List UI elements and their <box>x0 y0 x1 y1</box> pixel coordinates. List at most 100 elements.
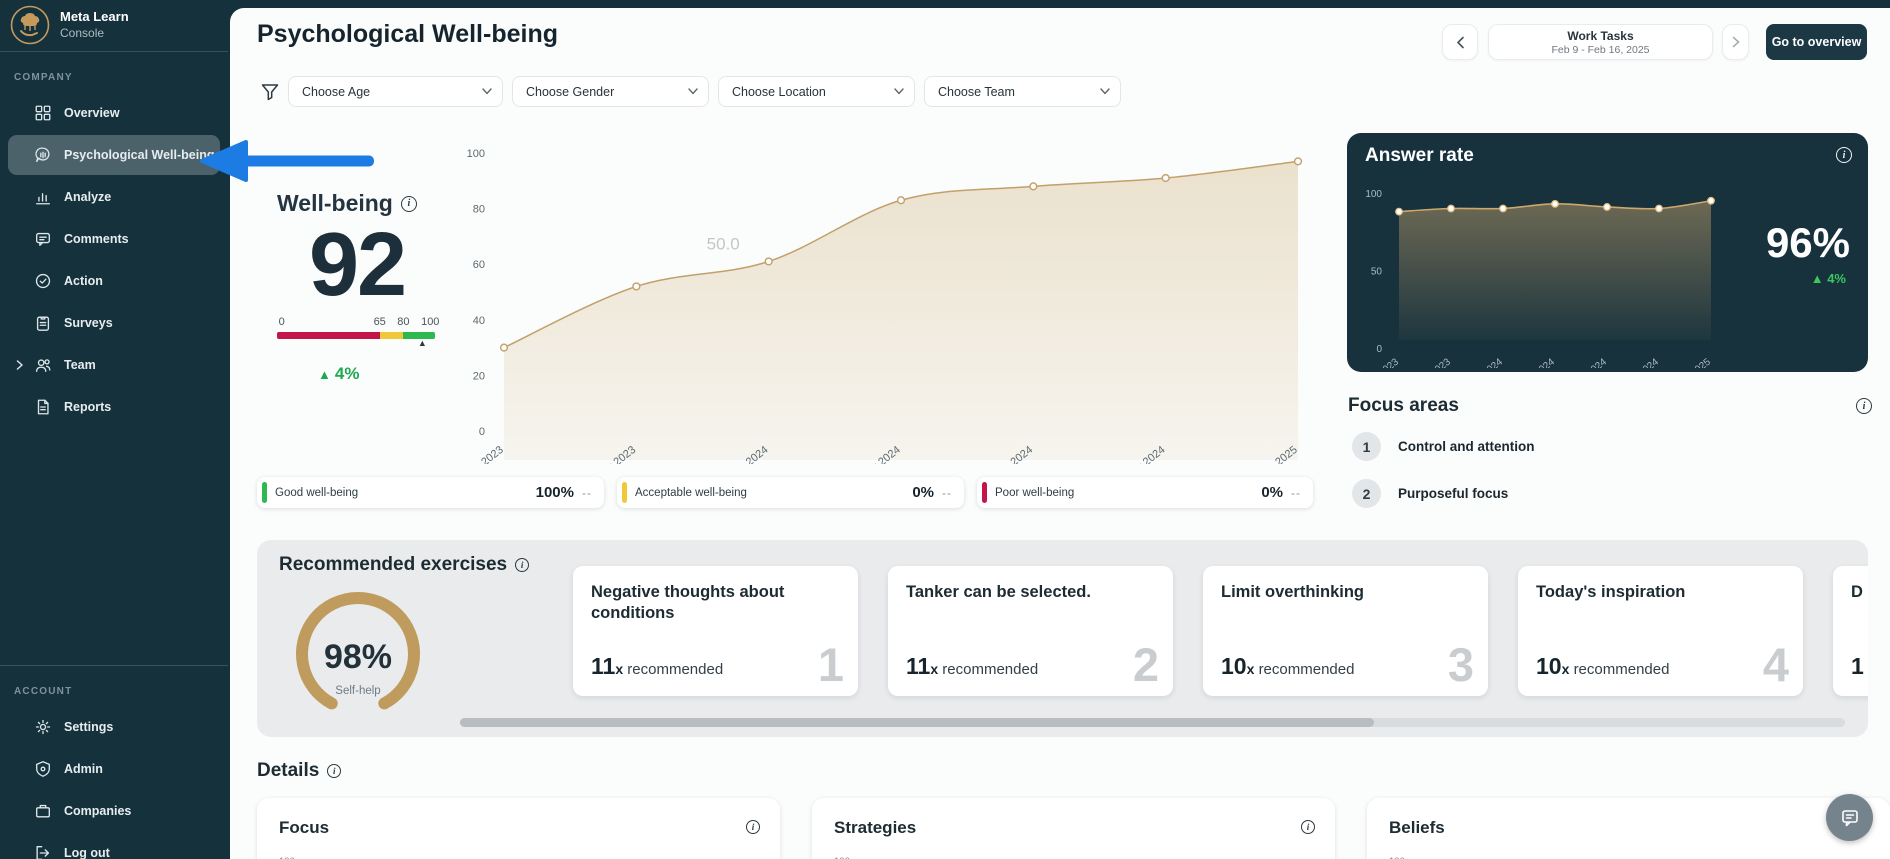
svg-text:50.0: 50.0 <box>707 234 740 253</box>
donut-value: 98% <box>324 638 392 676</box>
next-period-button[interactable] <box>1722 24 1749 60</box>
exercise-card[interactable]: Today's inspiration 10x recommended 4 <box>1518 566 1803 696</box>
sidebar-item-psychological-well-being[interactable]: Psychological Well-being <box>8 135 220 175</box>
exercise-rank: 2 <box>1133 637 1159 692</box>
wellbeing-score: 92 <box>277 220 437 310</box>
period-selector[interactable]: Work Tasks Feb 9 - Feb 16, 2025 <box>1488 24 1713 60</box>
check-circle-icon <box>34 272 52 290</box>
speech-head-icon <box>34 146 52 164</box>
sidebar-item-reports[interactable]: Reports <box>8 387 220 427</box>
focus-areas-title: Focus areas <box>1348 395 1459 417</box>
info-icon[interactable]: i <box>746 820 760 834</box>
page-title: Psychological Well-being <box>257 20 558 49</box>
legend-pill-good[interactable]: Good well-being 100% -- <box>257 477 604 508</box>
sidebar-item-overview[interactable]: Overview <box>8 93 220 133</box>
info-icon[interactable]: i <box>515 558 529 572</box>
chevron-right-icon <box>1732 36 1740 48</box>
age-filter-select[interactable]: Choose Age <box>288 76 503 107</box>
info-icon[interactable]: i <box>1836 147 1852 163</box>
exercise-cards-row: Negative thoughts about conditions 11x r… <box>573 566 1868 696</box>
gender-filter-select[interactable]: Choose Gender <box>512 76 709 107</box>
filter-bar: Choose Age Choose Gender Choose Location… <box>260 76 1130 107</box>
app-logo: Meta Learn Console <box>0 0 228 52</box>
svg-text:20: 20 <box>473 370 485 382</box>
recommended-exercises-title: Recommended exercises i <box>279 554 529 576</box>
logout-icon <box>34 844 52 859</box>
gauge-tick-label: 80 <box>397 316 409 328</box>
select-value: Choose Gender <box>526 85 614 99</box>
info-icon[interactable]: i <box>1856 398 1872 414</box>
legend-menu[interactable]: -- <box>1291 486 1301 500</box>
sidebar-item-label: Team <box>64 358 96 372</box>
info-icon[interactable]: i <box>1301 820 1315 834</box>
exercise-card[interactable]: Tanker can be selected. 11x recommended … <box>888 566 1173 696</box>
wellbeing-title-row: Well-being i <box>277 190 417 217</box>
brain-hand-logo-icon <box>10 5 50 45</box>
sidebar-item-logout[interactable]: Log out <box>8 833 220 859</box>
details-card-focus: Focus i 100 <box>257 798 780 859</box>
info-icon[interactable]: i <box>327 764 341 778</box>
select-value: Choose Age <box>302 85 370 99</box>
exercise-rank: 4 <box>1763 637 1789 692</box>
info-icon[interactable]: i <box>401 196 417 212</box>
legend-menu[interactable]: -- <box>582 486 592 500</box>
go-to-overview-button[interactable]: Go to overview <box>1766 24 1867 60</box>
legend-color-bar <box>982 482 987 503</box>
exercise-title: Today's inspiration <box>1536 582 1771 603</box>
legend-color-bar <box>622 482 627 503</box>
svg-text:50: 50 <box>1371 267 1383 278</box>
sidebar-item-analyze[interactable]: Analyze <box>8 177 220 217</box>
svg-text:May 2024: May 2024 <box>1515 356 1557 368</box>
legend-value: 100% <box>536 484 574 501</box>
exercise-card[interactable]: Limit overthinking 10x recommended 3 <box>1203 566 1488 696</box>
chevron-right-icon[interactable] <box>16 360 24 370</box>
sidebar-item-label: Companies <box>64 804 131 818</box>
svg-text:Aug 2023: Aug 2023 <box>462 444 506 464</box>
sidebar-item-label: Admin <box>64 762 103 776</box>
svg-text:Feb 2024: Feb 2024 <box>1465 356 1505 368</box>
sidebar-item-settings[interactable]: Settings <box>8 707 220 747</box>
svg-text:40: 40 <box>473 315 485 327</box>
gauge-zone-poor <box>277 332 380 339</box>
briefcase-icon <box>34 802 52 820</box>
sidebar-item-surveys[interactable]: Surveys <box>8 303 220 343</box>
exercise-card[interactable]: Negative thoughts about conditions 11x r… <box>573 566 858 696</box>
answer-rate-value: 96% <box>1766 219 1850 267</box>
wellbeing-change-value: 4% <box>335 364 360 383</box>
recommended-exercises-section: Recommended exercises i 98% Self-help Ne… <box>257 540 1868 737</box>
legend-pill-acceptable[interactable]: Acceptable well-being 0% -- <box>617 477 964 508</box>
exercise-count: 10x recommended <box>1221 653 1354 680</box>
gear-icon <box>34 718 52 736</box>
sidebar-item-label: Reports <box>64 400 111 414</box>
svg-text:60: 60 <box>473 259 485 271</box>
legend-value: 0% <box>1261 484 1283 501</box>
legend-label: Good well-being <box>275 487 358 499</box>
details-title: Details i <box>257 760 341 782</box>
location-filter-select[interactable]: Choose Location <box>718 76 915 107</box>
company-section-label: COMPANY <box>0 52 228 91</box>
legend-menu[interactable]: -- <box>942 486 952 500</box>
sidebar-item-action[interactable]: Action <box>8 261 220 301</box>
focus-area-rank-badge: 1 <box>1352 432 1381 461</box>
focus-area-item: 2 Purposeful focus <box>1352 479 1508 508</box>
sidebar-item-admin[interactable]: Admin <box>8 749 220 789</box>
exercise-card[interactable]: D 1 <box>1833 566 1868 696</box>
sidebar-item-team[interactable]: Team <box>8 345 220 385</box>
focus-area-rank-badge: 2 <box>1352 479 1381 508</box>
chat-fab-button[interactable] <box>1826 794 1873 841</box>
team-filter-select[interactable]: Choose Team <box>924 76 1121 107</box>
select-value: Choose Team <box>938 85 1015 99</box>
exercise-rank: 1 <box>818 637 844 692</box>
sidebar-item-companies[interactable]: Companies <box>8 791 220 831</box>
sidebar-item-label: Psychological Well-being <box>64 148 215 162</box>
exercise-scrollbar-thumb[interactable] <box>460 718 1374 727</box>
select-value: Choose Location <box>732 85 826 99</box>
wellbeing-title: Well-being <box>277 190 393 217</box>
exercise-scrollbar-track[interactable] <box>460 718 1845 727</box>
document-icon <box>34 398 52 416</box>
sidebar-item-label: Action <box>64 274 103 288</box>
previous-period-button[interactable] <box>1442 24 1478 60</box>
sidebar-item-label: Log out <box>64 846 110 859</box>
legend-pill-poor[interactable]: Poor well-being 0% -- <box>977 477 1313 508</box>
sidebar-item-comments[interactable]: Comments <box>8 219 220 259</box>
